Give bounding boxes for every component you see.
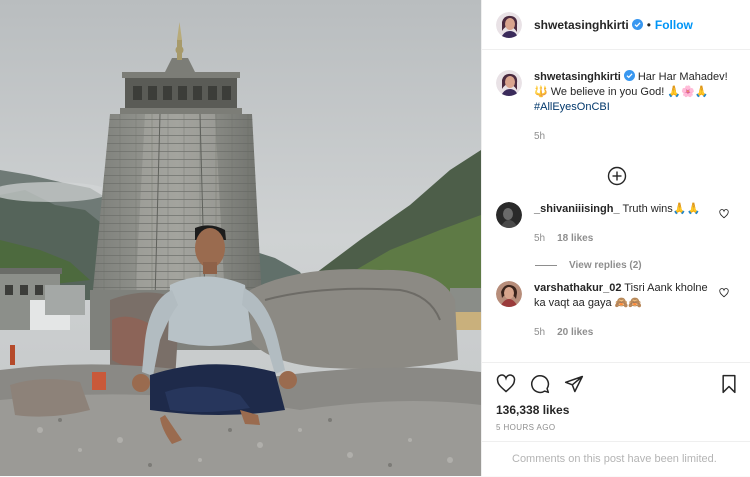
verified-badge-icon (623, 70, 635, 81)
caption-avatar[interactable] (496, 70, 522, 96)
comment-meta: 5h 20 likes (534, 325, 713, 340)
comment-likes[interactable]: 20 likes (557, 327, 593, 338)
comment-avatar[interactable] (496, 281, 522, 307)
replies-divider (535, 265, 557, 266)
verified-badge-icon (631, 19, 643, 30)
caption-text: shwetasinghkirti Har Har Mahadev! 🔱 We b… (534, 70, 737, 144)
comment-username[interactable]: _shivaniiisingh_ (534, 203, 620, 215)
caption-meta: 5h (534, 129, 737, 144)
comment-like-heart-icon[interactable] (719, 288, 729, 298)
post-photo[interactable] (0, 0, 481, 476)
post-actions: 136,338 likes 5 HOURS AGO (482, 362, 750, 432)
comment-avatar[interactable] (496, 202, 522, 228)
action-icons (482, 363, 750, 395)
view-replies-label: View replies (2) (569, 260, 642, 271)
temple-meditation-photo (0, 0, 481, 476)
comment-username[interactable]: varshathakur_02 (534, 282, 621, 294)
comment-text: varshathakur_02 Tisri Aank kholne ka vaq… (534, 281, 737, 340)
comment-likes[interactable]: 18 likes (557, 233, 593, 244)
follow-button[interactable]: Follow (655, 18, 693, 32)
like-heart-icon[interactable] (496, 374, 516, 394)
comment-item: _shivaniiisingh_ Truth wins🙏🙏 5h 18 likes (482, 192, 750, 246)
load-more-comments[interactable] (482, 166, 750, 186)
profile-avatar-icon (496, 281, 522, 307)
author-username[interactable]: shwetasinghkirti (534, 18, 629, 32)
comment-time: 5h (534, 327, 546, 338)
bookmark-icon[interactable] (719, 374, 739, 394)
author-avatar[interactable] (496, 11, 522, 38)
caption-line-2: 🔱 We believe in you God! 🙏🌸🙏 (534, 86, 709, 98)
post-time-ago[interactable]: 5 HOURS AGO (482, 417, 750, 432)
caption-hashtag[interactable]: #AllEyesOnCBI (534, 100, 737, 115)
post-side-panel: shwetasinghkirti • Follow shwetasinghkir… (481, 0, 750, 476)
comment-bubble-icon[interactable] (530, 374, 550, 394)
comment-text: _shivaniiisingh_ Truth wins🙏🙏 5h 18 likes (534, 202, 737, 246)
comment-body: Truth wins🙏🙏 (619, 203, 701, 215)
caption-line-1: Har Har Mahadev! (634, 71, 728, 83)
comment-time: 5h (534, 233, 546, 244)
comments-limited-notice: Comments on this post have been limited. (482, 441, 750, 477)
profile-avatar-icon (496, 11, 522, 38)
header-separator: • (646, 17, 651, 32)
post-header: shwetasinghkirti • Follow (482, 0, 750, 50)
profile-avatar-icon (496, 202, 522, 228)
caption-username[interactable]: shwetasinghkirti (534, 71, 621, 83)
caption-time: 5h (534, 131, 546, 142)
caption: shwetasinghkirti Har Har Mahadev! 🔱 We b… (482, 60, 750, 144)
profile-avatar-icon (496, 70, 522, 96)
view-replies-button[interactable]: View replies (2) (535, 260, 750, 271)
likes-count[interactable]: 136,338 likes (482, 395, 750, 417)
comment-like-heart-icon[interactable] (719, 209, 729, 219)
instagram-post: shwetasinghkirti • Follow shwetasinghkir… (0, 0, 750, 476)
comments-list[interactable]: shwetasinghkirti Har Har Mahadev! 🔱 We b… (482, 60, 750, 362)
plus-circle-icon (607, 166, 626, 186)
share-paper-plane-icon[interactable] (564, 374, 584, 394)
comment-item: varshathakur_02 Tisri Aank kholne ka vaq… (482, 271, 750, 340)
comment-meta: 5h 18 likes (534, 231, 713, 246)
